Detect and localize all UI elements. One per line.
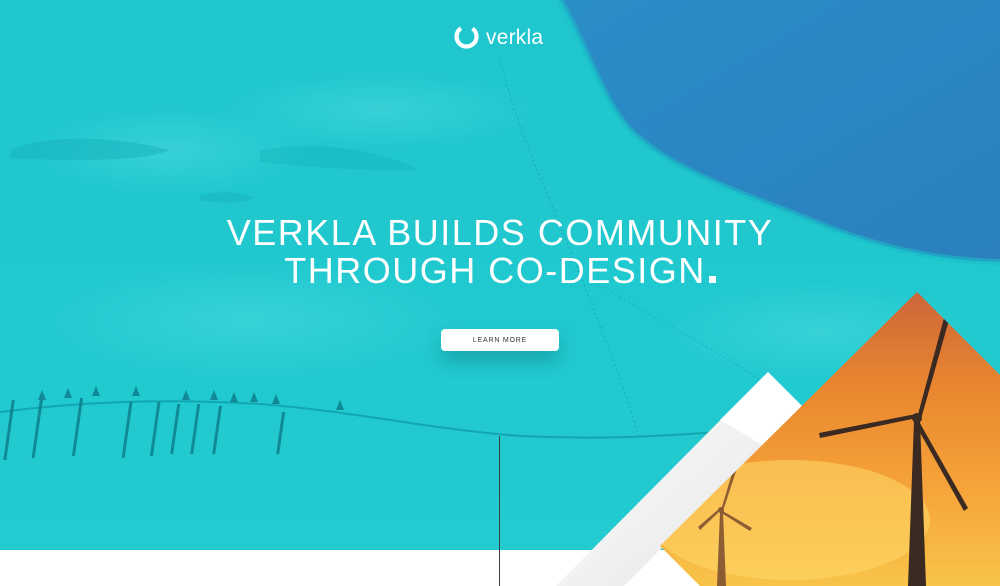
hero-section: verkla VERKLA BUILDS COMMUNITY THROUGH C… [0, 0, 1000, 550]
headline-line-2-text: THROUGH CO-DESIGN [284, 250, 706, 291]
headline-line-2: THROUGH CO-DESIGN [150, 252, 850, 290]
landing-page: verkla VERKLA BUILDS COMMUNITY THROUGH C… [0, 0, 1000, 586]
content-section-start [0, 550, 1000, 586]
brand-name: verkla [486, 25, 544, 49]
headline-period-square [708, 276, 716, 283]
hero-headline: VERKLA BUILDS COMMUNITY THROUGH CO-DESIG… [150, 214, 850, 290]
headline-line-1: VERKLA BUILDS COMMUNITY [226, 212, 774, 253]
learn-more-button[interactable]: LEARN MORE [441, 329, 559, 351]
section-divider-line [499, 436, 500, 586]
ring-logo-icon [454, 26, 479, 49]
brand-logo[interactable]: verkla [452, 22, 543, 52]
